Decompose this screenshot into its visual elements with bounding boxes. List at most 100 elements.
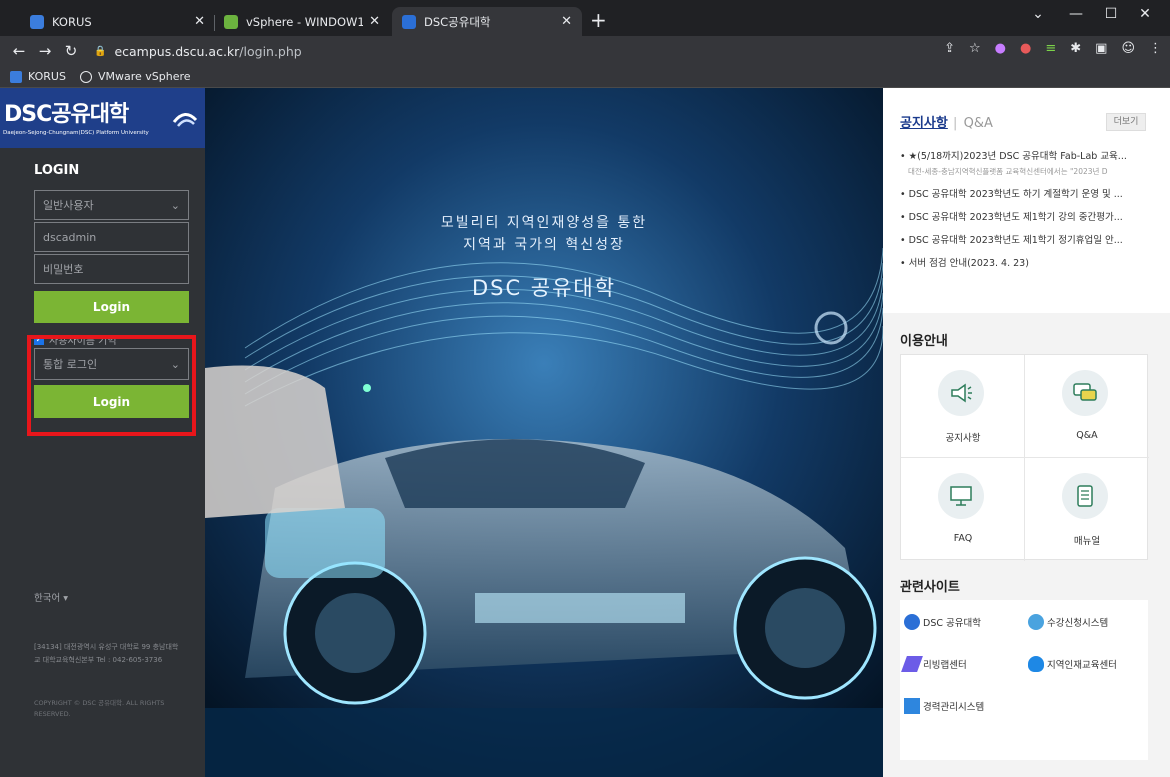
maximize-icon[interactable]: ☐ xyxy=(1096,6,1126,22)
browser-tabstrip: KORUS ✕ vSphere - WINDOW10_Temp_5( ✕ DSC… xyxy=(0,0,1170,36)
dsc-logo-icon xyxy=(904,614,920,630)
bookmark-star-icon[interactable]: ☆ xyxy=(969,41,981,56)
close-tab-icon[interactable]: ✕ xyxy=(194,14,205,29)
close-tab-icon[interactable]: ✕ xyxy=(369,14,380,29)
guide-label: Q&A xyxy=(1076,430,1098,441)
forward-icon[interactable]: → xyxy=(32,42,58,60)
notice-panel: 공지사항 | Q&A 더보기 • ★(5/18까지)2023년 DSC 공유대학 F… xyxy=(883,88,1170,313)
language-value: 한국어 xyxy=(34,593,61,604)
guide-grid: 공지사항 Q&A FAQ 매뉴얼 xyxy=(900,354,1149,561)
tab-separator: | xyxy=(952,116,958,131)
share-icon[interactable]: ⇪ xyxy=(944,41,955,56)
right-panel: 공지사항 | Q&A 더보기 • ★(5/18까지)2023년 DSC 공유대학 F… xyxy=(883,88,1170,777)
tab-dsc[interactable]: DSC공유대학 ✕ xyxy=(392,7,582,36)
guide-manual[interactable]: 매뉴얼 xyxy=(1025,458,1149,561)
extension-badge-icon[interactable]: ● xyxy=(1020,41,1031,56)
notice-item-text: 서버 점검 안내(2023. 4. 23) xyxy=(908,258,1029,269)
pencil-icon xyxy=(901,656,923,672)
calendar-icon xyxy=(904,698,920,714)
dsc-favicon-icon xyxy=(402,14,416,29)
toolbar-icons: ⇪ ☆ ● ● ≡ ✱ ▣ ☺ ⋮ xyxy=(944,41,1162,56)
close-tab-icon[interactable]: ✕ xyxy=(561,14,572,29)
notice-item-text: DSC 공유대학 2023학년도 제1학기 강의 중간평가... xyxy=(908,212,1123,223)
more-button[interactable]: 더보기 xyxy=(1106,113,1146,131)
profile-avatar-icon[interactable]: ☺ xyxy=(1121,41,1135,56)
close-window-icon[interactable]: ✕ xyxy=(1130,6,1160,22)
address-bar[interactable]: 🔒 ecampus.dscu.ac.kr/login.php xyxy=(94,40,654,62)
hero-line-1: 모빌리티 지역인재양성을 통한 xyxy=(440,215,648,231)
back-icon[interactable]: ← xyxy=(6,42,32,60)
site-enrollment[interactable]: 수강신청시스템 xyxy=(1028,602,1152,642)
menu-kebab-icon[interactable]: ⋮ xyxy=(1149,41,1162,56)
site-label: 지역인재교육센터 xyxy=(1047,660,1117,671)
guide-notice[interactable]: 공지사항 xyxy=(901,355,1025,458)
site-talent-center[interactable]: 지역인재교육센터 xyxy=(1028,644,1152,684)
notice-item-text: DSC 공유대학 2023학년도 제1학기 정기휴업일 안... xyxy=(908,235,1123,246)
guide-label: 매뉴얼 xyxy=(1073,536,1101,547)
guide-title: 이용안내 xyxy=(900,334,948,349)
language-select[interactable]: 한국어 ▾ xyxy=(34,590,68,604)
person-icon xyxy=(1028,656,1044,672)
korus-favicon-icon xyxy=(30,14,44,29)
user-type-value: 일반사용자 xyxy=(43,199,94,212)
logo-text: DSC공유대학 xyxy=(4,102,129,127)
footer-copyright: COPYRIGHT © DSC 공유대학. ALL RIGHTS RESERVE… xyxy=(34,699,165,718)
globe-icon xyxy=(79,70,92,83)
tab-title: KORUS xyxy=(52,14,92,29)
password-placeholder: 비밀번호 xyxy=(43,263,84,276)
site-dsc[interactable]: DSC 공유대학 xyxy=(904,602,1028,642)
korus-icon xyxy=(10,70,22,83)
bookmark-vsphere[interactable]: VMware vSphere xyxy=(79,70,191,83)
extension-green-icon[interactable]: ≡ xyxy=(1045,41,1056,56)
reload-icon[interactable]: ↻ xyxy=(58,42,84,60)
login-title: LOGIN xyxy=(34,163,80,178)
page-content: DSC공유대학 Daejeon-Sejong-Chungnam(DSC) Pla… xyxy=(0,88,1170,777)
login-sidebar: DSC공유대학 Daejeon-Sejong-Chungnam(DSC) Pla… xyxy=(0,88,205,777)
hero-line-2: 지역과 국가의 혁신성장 xyxy=(463,237,625,253)
url-host: ecampus.dscu.ac.kr xyxy=(114,43,240,59)
tab-korus[interactable]: KORUS ✕ xyxy=(20,7,215,36)
hero-banner: 모빌리티 지역인재양성을 통한 지역과 국가의 혁신성장 DSC 공유대학 xyxy=(205,88,883,777)
footer-address: [34134] 대전광역시 유성구 대학로 99 충남대학교 대학교육혁신본부 … xyxy=(34,643,179,664)
site-logo[interactable]: DSC공유대학 Daejeon-Sejong-Chungnam(DSC) Pla… xyxy=(0,88,205,148)
browser-toolbar: ← → ↻ 🔒 ecampus.dscu.ac.kr/login.php ⇪ ☆… xyxy=(0,36,1170,66)
notice-tabs: 공지사항 | Q&A xyxy=(900,112,993,131)
qa-chat-icon xyxy=(1062,370,1108,416)
chevron-down-icon: ⌄ xyxy=(170,198,180,212)
password-field[interactable]: 비밀번호 xyxy=(34,254,189,284)
tab-title: DSC공유대학 xyxy=(424,14,491,29)
login-button[interactable]: Login xyxy=(34,291,189,323)
notice-item[interactable]: • 서버 점검 안내(2023. 4. 23) xyxy=(900,255,1160,269)
extensions-puzzle-icon[interactable]: ✱ xyxy=(1070,41,1081,56)
notice-item[interactable]: • DSC 공유대학 2023학년도 하기 계절학기 운영 및 ... xyxy=(900,186,1160,200)
site-livinglab[interactable]: 리빙랩센터 xyxy=(901,644,1028,684)
tab-notice[interactable]: 공지사항 xyxy=(900,116,948,131)
tab-vsphere[interactable]: vSphere - WINDOW10_Temp_5( ✕ xyxy=(214,7,390,36)
tab-search-icon[interactable]: ⌄ xyxy=(1023,6,1053,22)
guide-faq[interactable]: FAQ xyxy=(901,458,1025,561)
logo-subtext: Daejeon-Sejong-Chungnam(DSC) Platform Un… xyxy=(3,130,149,136)
minimize-icon[interactable]: — xyxy=(1061,6,1091,22)
caret-down-icon: ▾ xyxy=(63,593,69,604)
new-tab-icon[interactable]: + xyxy=(590,8,607,32)
guide-label: FAQ xyxy=(953,533,973,544)
highlight-box xyxy=(27,335,196,436)
guide-qa[interactable]: Q&A xyxy=(1025,355,1149,458)
megaphone-icon xyxy=(938,370,984,416)
hero-background-image xyxy=(205,88,883,777)
site-career[interactable]: 경력관리시스템 xyxy=(904,686,1028,726)
extension-icon[interactable]: ● xyxy=(995,41,1006,56)
tab-qa[interactable]: Q&A xyxy=(964,116,993,131)
notice-item[interactable]: • DSC 공유대학 2023학년도 제1학기 강의 중간평가... xyxy=(900,209,1160,223)
notice-item[interactable]: • DSC 공유대학 2023학년도 제1학기 정기휴업일 안... xyxy=(900,232,1160,246)
related-sites: DSC 공유대학 수강신청시스템 리빙랩센터 지역인재교육센터 경력관리시스템 xyxy=(900,600,1148,760)
lock-icon: 🔒 xyxy=(94,45,107,57)
tab-title: vSphere - WINDOW10_Temp_5( xyxy=(246,14,364,29)
related-title: 관련사이트 xyxy=(900,580,960,595)
site-label: 리빙랩센터 xyxy=(923,660,967,671)
sidepanel-icon[interactable]: ▣ xyxy=(1095,41,1107,56)
user-type-select[interactable]: 일반사용자 ⌄ xyxy=(34,190,189,220)
bookmark-korus[interactable]: KORUS xyxy=(10,70,66,83)
notice-item[interactable]: • ★(5/18까지)2023년 DSC 공유대학 Fab-Lab 교육... xyxy=(900,148,1160,162)
username-field[interactable]: dscadmin xyxy=(34,222,189,252)
